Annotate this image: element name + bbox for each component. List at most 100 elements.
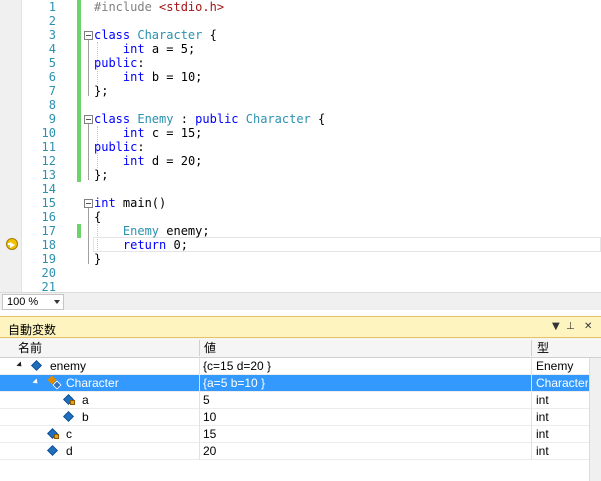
change-marker xyxy=(77,42,81,56)
close-icon[interactable]: ✕ xyxy=(584,321,592,333)
variable-type: int xyxy=(536,427,549,441)
code-line[interactable]: 17 Enemy enemy; xyxy=(0,224,601,238)
code-line[interactable]: 13}; xyxy=(0,168,601,182)
pin-icon[interactable]: ⊥ xyxy=(566,321,575,333)
column-resize-handle[interactable] xyxy=(531,340,532,356)
code-token: { xyxy=(94,210,102,224)
column-separator xyxy=(199,443,200,460)
expand-collapse-icon[interactable] xyxy=(32,378,40,386)
code-line[interactable]: 9 class Enemy : public Character { xyxy=(0,112,601,126)
code-token: return xyxy=(122,238,167,252)
code-line[interactable]: 3 class Character { xyxy=(0,28,601,42)
code-token: class xyxy=(94,28,138,42)
autos-title: 自動変数 xyxy=(8,323,57,337)
code-token: : xyxy=(137,140,145,154)
variable-type: int xyxy=(536,410,549,424)
line-number: 7 xyxy=(48,84,56,98)
editor-zoom-bar: 100 % xyxy=(0,292,601,310)
column-header-name[interactable]: 名前 xyxy=(18,338,42,358)
code-line[interactable]: 5 public: xyxy=(0,56,601,70)
code-text: int d = 20; xyxy=(94,154,202,168)
code-token: }; xyxy=(94,84,109,98)
code-line[interactable]: 21 xyxy=(0,280,601,292)
code-token: 0; xyxy=(166,238,188,252)
vertical-scrollbar[interactable] xyxy=(589,358,601,481)
variable-value[interactable]: 10 xyxy=(203,409,529,426)
code-text: public: xyxy=(94,56,145,70)
code-token: Character xyxy=(245,112,311,126)
line-number: 16 xyxy=(41,210,56,224)
code-token: : xyxy=(137,56,145,70)
autos-row[interactable]: enemy {c=15 d=20 } Enemy xyxy=(0,358,601,375)
code-token: } xyxy=(94,252,102,266)
change-marker xyxy=(77,154,81,168)
column-resize-handle[interactable] xyxy=(199,340,200,356)
column-separator xyxy=(199,426,200,443)
variable-value[interactable]: {c=15 d=20 } xyxy=(203,358,529,375)
code-line[interactable]: 18 return 0; xyxy=(0,238,601,252)
line-number: 1 xyxy=(48,0,56,14)
change-marker xyxy=(77,14,81,28)
code-token: c = 15; xyxy=(144,126,203,140)
code-text: public: xyxy=(94,140,145,154)
variable-value[interactable]: 15 xyxy=(203,426,529,443)
expand-collapse-icon[interactable] xyxy=(16,361,24,369)
autos-row[interactable]: a 5 int xyxy=(0,392,601,409)
code-line[interactable]: 14 xyxy=(0,182,601,196)
line-number: 2 xyxy=(48,14,56,28)
autos-window: 自動変数 ▼ ⊥ ✕ 名前 値 型 enemy {c=15 d=20 } Enemy… xyxy=(0,316,601,481)
code-line[interactable]: 8 xyxy=(0,98,601,112)
code-token: d = 20; xyxy=(144,154,203,168)
column-separator xyxy=(199,392,200,409)
code-line[interactable]: 19} xyxy=(0,252,601,266)
variable-value[interactable]: 20 xyxy=(203,443,529,460)
object-icon xyxy=(31,360,42,371)
autos-row[interactable]: b 10 int xyxy=(0,409,601,426)
code-token: public xyxy=(195,112,246,126)
column-header-type[interactable]: 型 xyxy=(537,338,549,358)
zoom-dropdown[interactable]: 100 % xyxy=(2,294,64,310)
code-line[interactable]: 12 int d = 20; xyxy=(0,154,601,168)
variable-name: a xyxy=(82,393,89,407)
code-token: class xyxy=(94,112,138,126)
column-separator xyxy=(531,375,532,392)
variable-name: Character xyxy=(66,376,119,390)
code-editor[interactable]: 1 #include <stdio.h> 2 3 class Character {4 … xyxy=(0,0,601,292)
code-line[interactable]: 1 #include <stdio.h> xyxy=(0,0,601,14)
variable-value[interactable]: 5 xyxy=(203,392,529,409)
code-text: }; xyxy=(94,84,108,98)
change-marker xyxy=(77,140,81,154)
code-token: main() xyxy=(115,196,167,210)
code-line[interactable]: 2 xyxy=(0,14,601,28)
field-icon xyxy=(63,411,74,422)
code-token: { xyxy=(202,28,217,42)
code-line[interactable]: 15 int main() xyxy=(0,196,601,210)
column-separator xyxy=(199,409,200,426)
code-token: int xyxy=(122,126,145,140)
code-line[interactable]: 16 { xyxy=(0,210,601,224)
code-line[interactable]: 6 int b = 10; xyxy=(0,70,601,84)
code-text: Enemy enemy; xyxy=(94,224,210,238)
code-line[interactable]: 11 public: xyxy=(0,140,601,154)
change-marker xyxy=(77,70,81,84)
autos-row[interactable]: d 20 int xyxy=(0,443,601,460)
column-separator xyxy=(531,426,532,443)
code-line[interactable]: 7}; xyxy=(0,84,601,98)
variable-value[interactable]: {a=5 b=10 } xyxy=(203,375,529,392)
change-marker xyxy=(77,56,81,70)
code-token: b = 10; xyxy=(144,70,203,84)
column-header-value[interactable]: 値 xyxy=(204,338,216,358)
autos-row[interactable]: c 15 int xyxy=(0,426,601,443)
code-line[interactable]: 20 xyxy=(0,266,601,280)
autos-row[interactable]: Character {a=5 b=10 } Character xyxy=(0,375,601,392)
code-line[interactable]: 4 int a = 5; xyxy=(0,42,601,56)
code-line[interactable]: 10 int c = 15; xyxy=(0,126,601,140)
window-position-menu-icon[interactable]: ▼ xyxy=(552,321,560,333)
autos-title-bar[interactable]: 自動変数 ▼ ⊥ ✕ xyxy=(0,316,601,338)
code-token: { xyxy=(310,112,326,126)
variable-name: b xyxy=(82,410,89,424)
change-marker xyxy=(77,112,81,126)
